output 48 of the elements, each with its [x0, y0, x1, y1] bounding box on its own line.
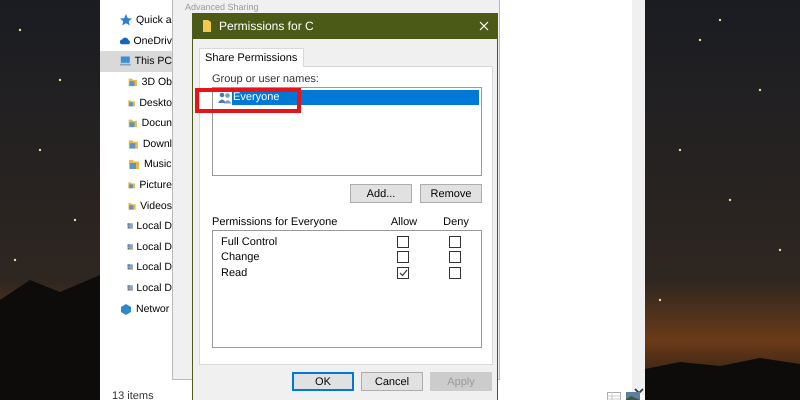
checkbox[interactable]	[449, 251, 461, 264]
nav-item[interactable]: Deskto	[100, 92, 172, 113]
permission-name: Change	[221, 251, 261, 264]
star-icon	[119, 13, 133, 28]
checkbox[interactable]	[397, 266, 409, 279]
nav-item[interactable]: Local D	[100, 236, 172, 258]
close-icon	[479, 21, 489, 31]
nav-item[interactable]: 3D Ob	[100, 72, 172, 92]
column-header: Allow	[390, 216, 418, 228]
status-text: 13 items	[112, 390, 154, 400]
permissions-label: Permissions for Everyone	[212, 216, 338, 228]
computer-icon	[119, 54, 132, 68]
checkmark-icon	[398, 268, 408, 277]
chevron-down-icon	[634, 387, 644, 395]
scrollbar[interactable]	[632, 0, 645, 395]
checkbox[interactable]	[397, 251, 409, 264]
checkbox[interactable]	[397, 236, 409, 248]
list-item[interactable]: Everyone	[232, 90, 479, 105]
nav-item[interactable]: Local D	[100, 216, 172, 237]
checkbox[interactable]	[449, 266, 461, 279]
button[interactable]: Cancel	[361, 372, 423, 391]
button[interactable]: Remove	[420, 184, 482, 203]
nav-item[interactable]: Quick a	[100, 10, 172, 31]
folder-icon	[202, 19, 212, 33]
tab[interactable]: Share Permissions	[199, 48, 304, 67]
permission-name: Full Control	[221, 236, 278, 248]
button[interactable]: Add...	[350, 184, 412, 203]
nav-item[interactable]: Local D	[100, 257, 172, 278]
nav-item[interactable]: Picture	[100, 174, 172, 196]
users-icon	[218, 92, 232, 104]
folder-icon	[127, 157, 141, 172]
window-title: Permissions for C	[219, 19, 315, 33]
nav-item[interactable]: Local D	[100, 278, 172, 298]
nav-item[interactable]: Downl	[100, 134, 172, 154]
nav-item[interactable]: Networ	[100, 298, 172, 319]
nav-item[interactable]: This PC	[100, 51, 172, 72]
thumbnail-view-icon	[626, 392, 640, 400]
column-header: Deny	[442, 216, 470, 228]
checkbox[interactable]	[449, 236, 461, 248]
group-label: Group or user names:	[212, 74, 320, 85]
permission-name: Read	[221, 266, 248, 279]
network-icon	[119, 302, 133, 316]
nav-item[interactable]: OneDriv	[100, 30, 172, 52]
nav-item[interactable]: Docun	[100, 112, 172, 134]
nav-item[interactable]: Videos	[100, 195, 172, 216]
nav-item[interactable]: Music	[100, 154, 172, 175]
button[interactable]: OK	[292, 372, 354, 391]
window-title: Advanced Sharing	[185, 2, 259, 13]
